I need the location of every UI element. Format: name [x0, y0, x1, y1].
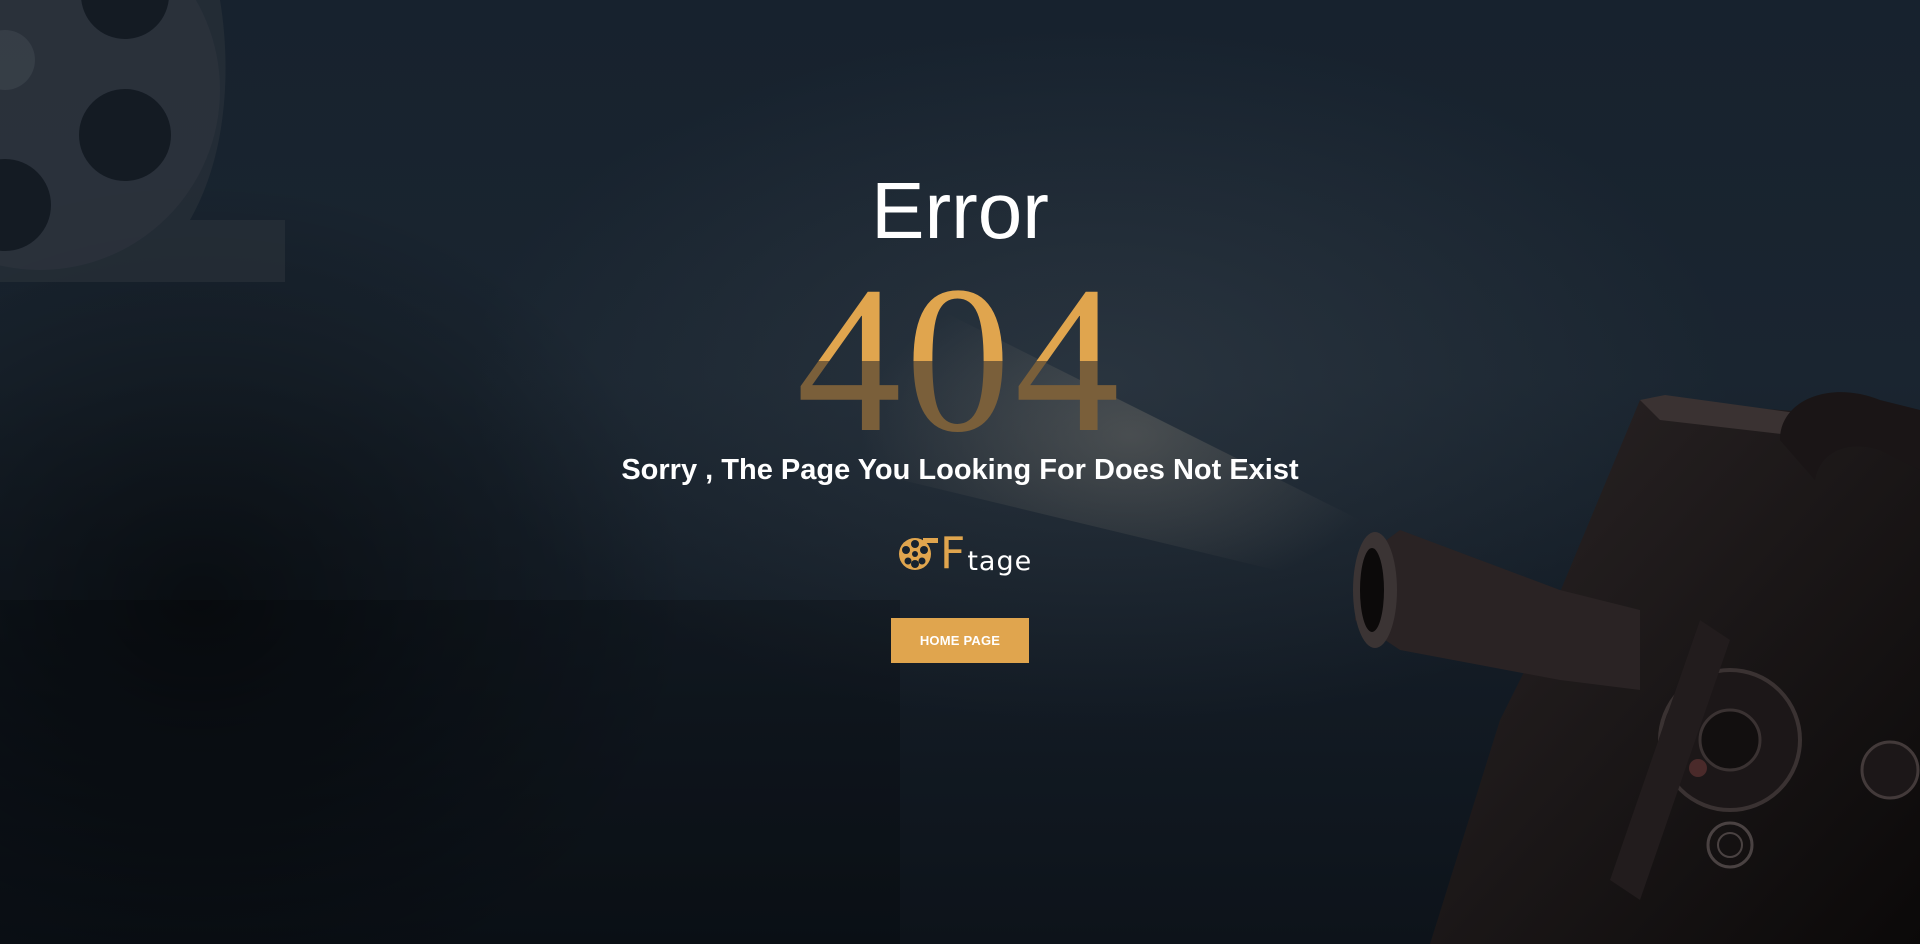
- error-code: 404 404: [0, 258, 1920, 438]
- error-title: Error: [871, 166, 1049, 255]
- logo-letter: F: [940, 528, 966, 579]
- site-logo[interactable]: F tage: [898, 530, 1032, 580]
- logo-text: tage: [967, 546, 1033, 577]
- error-message: Sorry , The Page You Looking For Does No…: [621, 454, 1299, 486]
- film-reel-icon: [899, 538, 938, 570]
- error-code-graphic: 404 404: [797, 258, 1120, 438]
- home-page-button[interactable]: HOME PAGE: [891, 618, 1029, 663]
- error-page: Error 404 404 Sorry , The Page You Looki…: [0, 0, 1920, 944]
